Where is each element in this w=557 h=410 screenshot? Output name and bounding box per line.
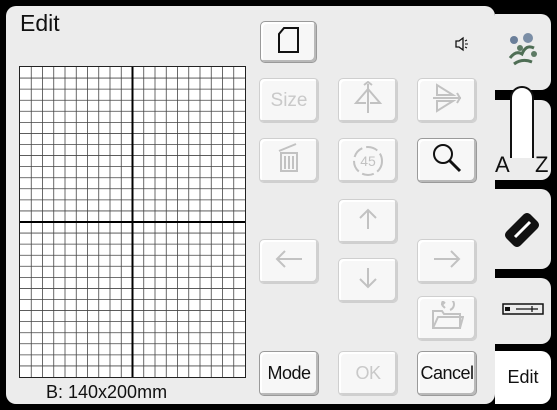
mode-button[interactable]: Mode bbox=[259, 351, 319, 396]
move-down-button[interactable] bbox=[338, 258, 398, 303]
tab-letters[interactable]: A Z bbox=[495, 86, 551, 180]
ok-button-label: OK bbox=[355, 363, 381, 383]
arrow-right-icon bbox=[432, 247, 462, 276]
flip-icon bbox=[429, 81, 465, 120]
screen-title: Edit bbox=[20, 10, 60, 36]
open-folder-button[interactable] bbox=[417, 296, 477, 341]
tab-edit-label: Edit bbox=[507, 367, 539, 387]
move-left-button[interactable] bbox=[259, 239, 319, 284]
arrow-down-icon bbox=[356, 266, 380, 295]
mirror-button[interactable] bbox=[338, 78, 398, 123]
cancel-button-label: Cancel bbox=[420, 363, 474, 383]
arrow-left-icon bbox=[274, 247, 304, 276]
frame-select-button[interactable] bbox=[260, 21, 317, 63]
tab-usb[interactable] bbox=[495, 278, 551, 344]
move-up-button[interactable] bbox=[338, 199, 398, 244]
usb-icon bbox=[502, 301, 544, 322]
frame-size-label: B: 140x200mm bbox=[46, 382, 168, 402]
frame-icon bbox=[276, 26, 302, 59]
tab-eraser[interactable] bbox=[495, 189, 551, 269]
rotate-button[interactable]: 45 bbox=[338, 138, 398, 183]
zoom-button[interactable] bbox=[417, 138, 477, 183]
size-button[interactable]: Size bbox=[259, 78, 319, 123]
ok-button[interactable]: OK bbox=[338, 351, 398, 396]
stylus-icon bbox=[507, 78, 537, 163]
edit-panel: Edit B: 140x200mm Size 45 Mode OK Cancel bbox=[6, 6, 495, 404]
speaker-icon[interactable] bbox=[454, 36, 470, 57]
folder-open-icon bbox=[430, 297, 465, 336]
right-tab-bar: A Z Edit bbox=[495, 6, 551, 404]
mirror-icon bbox=[350, 80, 386, 120]
flip-button[interactable] bbox=[417, 78, 477, 123]
tab-letters-right-label: Z bbox=[535, 152, 549, 177]
cancel-button[interactable]: Cancel bbox=[417, 351, 477, 396]
rotate-angle-label: 45 bbox=[360, 152, 376, 169]
delete-button[interactable] bbox=[259, 138, 319, 183]
eraser-icon bbox=[503, 207, 543, 252]
arrow-up-icon bbox=[356, 207, 380, 236]
mode-button-label: Mode bbox=[267, 363, 311, 383]
magnifier-icon bbox=[430, 141, 464, 180]
tab-edit[interactable]: Edit bbox=[495, 351, 551, 404]
trash-icon bbox=[274, 141, 304, 180]
size-button-label: Size bbox=[270, 89, 308, 111]
embroidery-pattern-icon bbox=[504, 28, 542, 77]
rotate-icon: 45 bbox=[348, 142, 388, 180]
embroidery-frame-grid[interactable] bbox=[19, 66, 246, 378]
move-right-button[interactable] bbox=[417, 239, 477, 284]
